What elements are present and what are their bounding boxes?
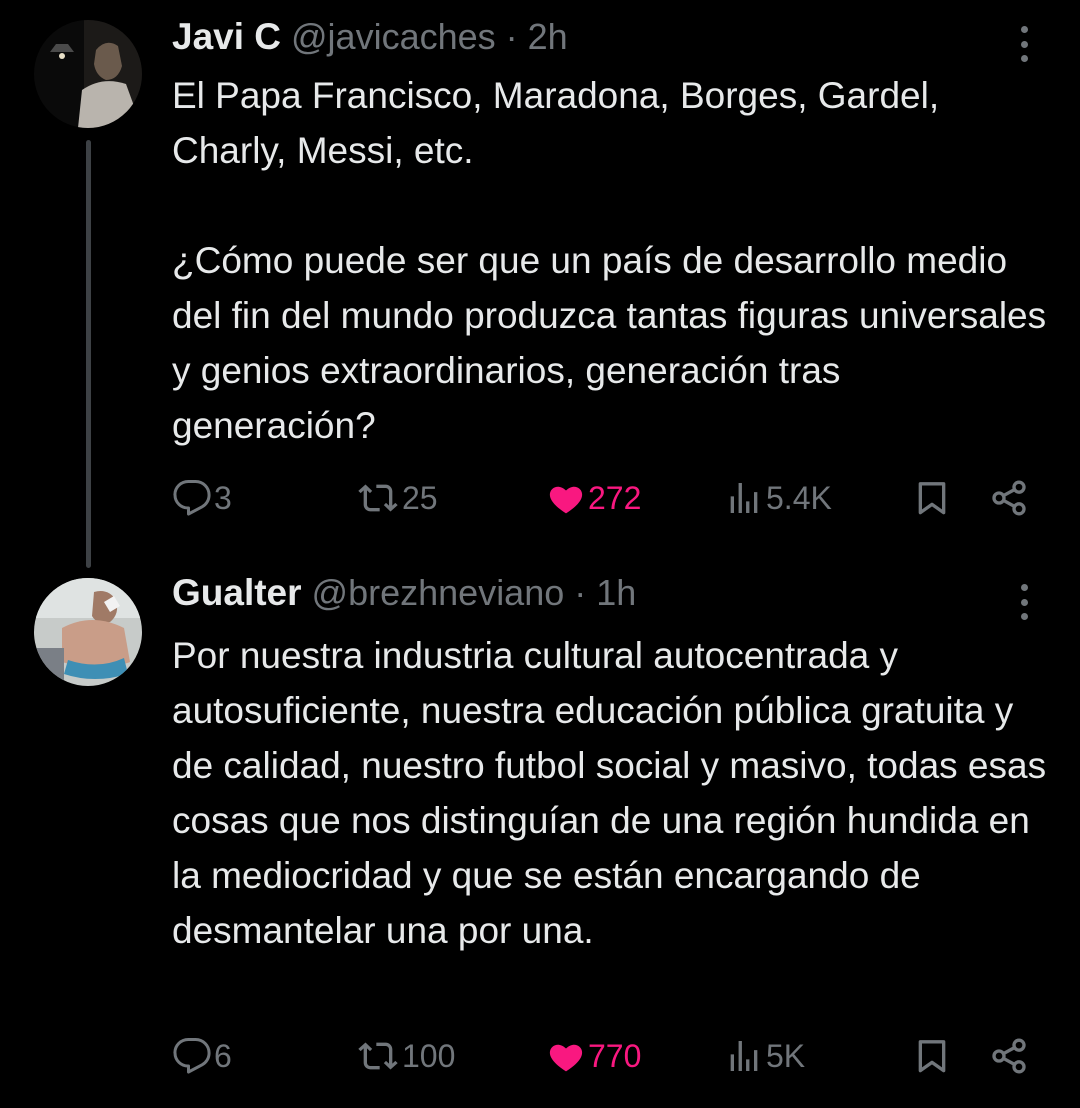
more-options-button[interactable] [1012,24,1036,64]
retweet-icon [358,1042,398,1070]
reply-icon [173,480,211,516]
tweet[interactable]: Gualter @brezhneviano · 1h Por nuestra i… [0,560,1080,1108]
timestamp[interactable]: 2h [528,16,568,58]
display-name[interactable]: Gualter [172,572,302,614]
share-icon [992,480,1026,516]
heart-icon [549,486,583,514]
share-button[interactable] [988,474,1030,522]
views-icon [730,1041,758,1071]
tweet-text: Por nuestra industria cultural autocentr… [172,635,1057,951]
views-count: 5K [766,1037,806,1074]
bookmark-button[interactable] [912,1032,952,1080]
avatar[interactable] [34,578,142,686]
share-button[interactable] [988,1032,1030,1080]
reply-icon [173,1038,211,1074]
bookmark-icon [918,1040,946,1073]
like-count: 272 [588,479,642,516]
reply-button[interactable]: 3 [172,474,232,522]
like-count: 770 [588,1037,642,1074]
retweet-button[interactable]: 100 [356,1032,455,1080]
reply-count: 3 [214,479,232,516]
reply-count: 6 [214,1037,232,1074]
retweet-count: 100 [402,1037,456,1074]
tweet-header: Javi C @javicaches · 2h [172,16,990,60]
tweet-header: Gualter @brezhneviano · 1h [172,572,990,616]
avatar[interactable] [34,20,142,128]
user-handle[interactable]: @javicaches [291,16,496,58]
views-icon [730,483,758,513]
tweet-text: El Papa Francisco, Maradona, Borges, Gar… [172,75,1047,446]
views-count: 5.4K [766,479,832,516]
bookmark-icon [918,482,946,515]
views-button[interactable]: 5.4K [724,474,832,522]
separator-dot: · [505,16,518,57]
views-button[interactable]: 5K [724,1032,805,1080]
retweet-count: 25 [402,479,438,516]
display-name[interactable]: Javi C [172,16,281,58]
separator-dot: · [574,572,587,613]
retweet-icon [358,484,398,512]
tweet-actions: 6 100 770 5K [172,1032,1032,1080]
more-options-button[interactable] [1012,582,1036,622]
more-icon [1020,26,1028,33]
tweet[interactable]: Javi C @javicaches · 2h El Papa Francisc… [0,0,1080,560]
heart-icon [549,1044,583,1072]
tweet-actions: 3 25 272 5.4K [172,474,1032,522]
more-icon [1020,584,1028,591]
share-icon [992,1038,1026,1074]
like-button[interactable]: 770 [546,1032,641,1080]
reply-button[interactable]: 6 [172,1032,232,1080]
retweet-button[interactable]: 25 [356,474,438,522]
user-handle[interactable]: @brezhneviano [312,572,565,614]
bookmark-button[interactable] [912,474,952,522]
like-button[interactable]: 272 [546,474,641,522]
timestamp[interactable]: 1h [596,572,636,614]
